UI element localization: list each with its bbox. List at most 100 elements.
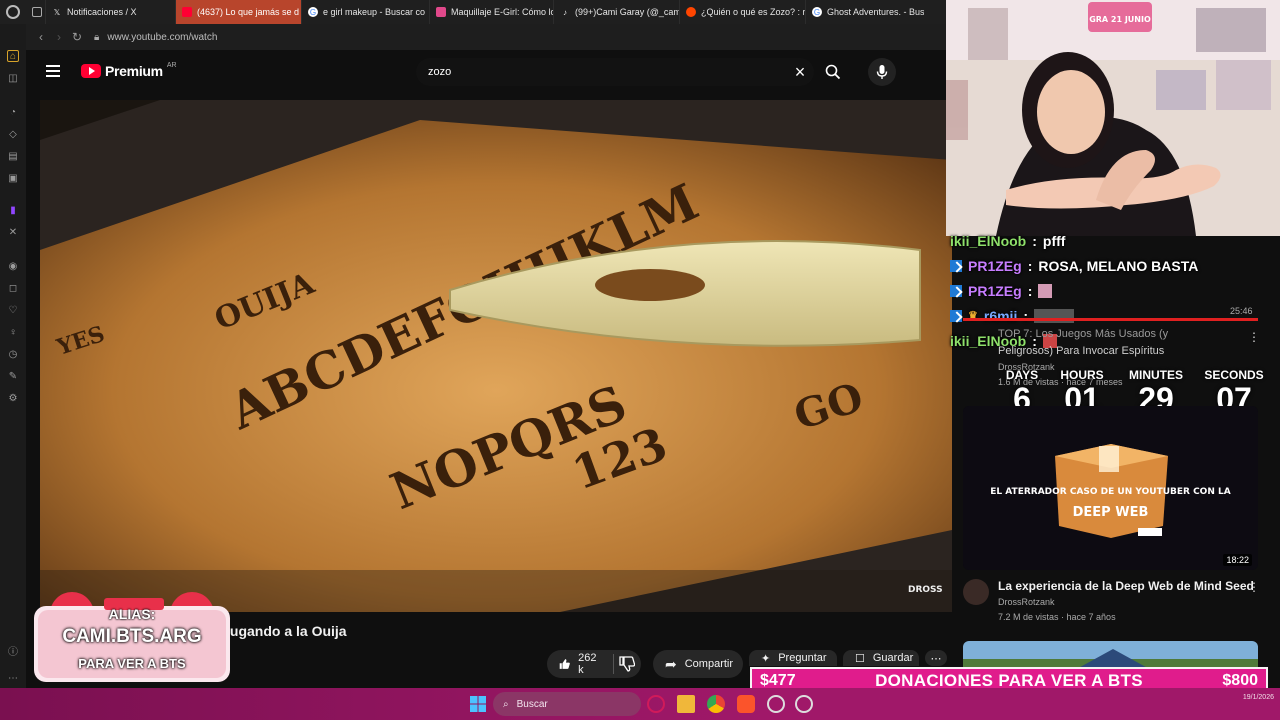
more-options-icon[interactable]: ⋮ — [1248, 580, 1260, 594]
search-icon — [825, 64, 841, 80]
screen: 𝕏 Notificaciones / X (4637) Lo que jamás … — [0, 0, 1280, 720]
video-player[interactable]: OUIJA YES ABCDEFGHIJKLM NOPQRS 123 GO DR… — [40, 100, 952, 612]
windows-taskbar: ⌕ Buscar 19/1/2026 — [0, 688, 1280, 720]
menu-icon[interactable] — [46, 65, 60, 77]
tab-maquillaje[interactable]: Maquillaje E-Girl: Cómo lo — [430, 0, 554, 24]
channel-avatar[interactable] — [963, 579, 989, 605]
play-circle-icon[interactable]: ◉ — [7, 260, 19, 272]
search-icon: ⌕ — [503, 698, 509, 710]
verified-badge-icon — [950, 284, 962, 297]
share-icon: ➦ — [665, 655, 677, 672]
tab-google-search[interactable]: Ge girl makeup - Buscar co — [302, 0, 430, 24]
chat-message: ♛ r6mii: — [950, 303, 1250, 328]
taskbar-clock[interactable]: 19/1/2026 — [1243, 692, 1274, 704]
opera-icon[interactable] — [647, 695, 665, 713]
lock-icon: 🔒︎ — [94, 31, 100, 43]
forward-icon[interactable]: › — [50, 30, 68, 44]
watch-progress-bar — [963, 318, 1258, 321]
tab-notificaciones-x[interactable]: 𝕏 Notificaciones / X — [46, 0, 176, 24]
recommended-title-line2[interactable]: Peligrosos) Para Invocar Espíritus — [998, 345, 1164, 357]
bag-icon[interactable]: ◇ — [7, 128, 19, 140]
voice-search-button[interactable] — [868, 58, 896, 86]
browser-logo-icon[interactable] — [0, 0, 26, 24]
thumbnail-caption: EL ATERRADOR CASO DE UN YOUTUBER CON LA — [990, 487, 1230, 497]
video-title: jugando a la Ouija — [226, 623, 347, 639]
like-button[interactable]: 262 k — [547, 650, 641, 678]
bulb-icon[interactable]: ♀ — [7, 326, 19, 338]
webcam-sign: GRA 21 JUNIO — [1089, 15, 1151, 24]
app-icon[interactable] — [767, 695, 785, 713]
dislike-button[interactable] — [612, 654, 641, 674]
tab-reddit[interactable]: ¿Quién o qué es Zozo? : r — [680, 0, 806, 24]
taskbar-search[interactable]: ⌕ Buscar — [493, 692, 641, 716]
settings-icon[interactable]: ⚙ — [7, 392, 19, 404]
tab-overview-icon[interactable] — [26, 0, 46, 24]
thumbnail-headline: DEEP WEB — [1073, 505, 1149, 520]
save-icon: ☐ — [855, 653, 865, 665]
site-icon — [436, 7, 446, 17]
gamepad-icon[interactable]: ◫ — [7, 72, 19, 84]
search-button[interactable] — [818, 58, 848, 86]
browser-tab-bar: 𝕏 Notificaciones / X (4637) Lo que jamás … — [0, 0, 946, 24]
reload-icon[interactable]: ↻ — [68, 30, 86, 44]
recommended-thumbnail[interactable]: EL ATERRADOR CASO DE UN YOUTUBER CON LA … — [963, 406, 1258, 570]
recommended-title-line1[interactable]: TOP 7: Los Juegos Más Usados (y — [998, 328, 1168, 340]
recommended-title[interactable]: La experiencia de la Deep Web de Mind Se… — [998, 579, 1254, 593]
info-icon[interactable]: ⓘ — [7, 644, 19, 658]
microphone-icon — [876, 65, 888, 79]
webcam-feed: GRA 21 JUNIO — [946, 0, 1280, 236]
youtube-icon — [182, 7, 192, 17]
ask-button[interactable]: ✦ Preguntar — [749, 650, 837, 666]
alias-subtitle: PARA VER A BTS — [78, 656, 186, 671]
alias-handle: CAMI.BTS.ARG — [62, 626, 202, 647]
save-button[interactable]: ☐ Guardar — [843, 650, 919, 666]
video-meta: 7.2 M de vistas · hace 7 años — [998, 612, 1116, 622]
youtube-premium-logo[interactable]: Premium AR — [81, 62, 177, 79]
home-icon[interactable]: ⌂ — [7, 50, 19, 62]
x-icon: 𝕏 — [53, 7, 61, 17]
search-box[interactable]: zozo × — [416, 58, 814, 86]
history-icon[interactable]: ◷ — [7, 348, 19, 360]
youtube-play-icon — [81, 64, 101, 78]
url-field[interactable]: www.youtube.com/watch — [107, 32, 217, 43]
clear-search-icon[interactable]: × — [786, 62, 814, 83]
more-options-icon[interactable]: ⋮ — [1248, 330, 1260, 344]
search-input[interactable]: zozo — [428, 66, 786, 78]
speed-icon[interactable]: ◔ — [7, 106, 19, 118]
verified-badge-icon — [950, 309, 962, 322]
obs-icon[interactable] — [795, 695, 813, 713]
reddit-icon — [686, 7, 696, 17]
address-bar: ‹ › ↻ 🔒︎ www.youtube.com/watch — [26, 24, 946, 50]
channel-name[interactable]: DrossRotzank — [998, 597, 1055, 607]
brave-icon[interactable] — [737, 695, 755, 713]
x-icon[interactable]: ✕ — [7, 226, 19, 238]
ouija-board-frame: OUIJA YES ABCDEFGHIJKLM NOPQRS 123 GO DR… — [40, 100, 952, 612]
tab-tiktok[interactable]: ♪ (99+)Cami Garay (@_cam — [554, 0, 680, 24]
share-button[interactable]: ➦ Compartir — [653, 650, 743, 678]
duration-badge: 18:22 — [1223, 554, 1252, 566]
back-icon[interactable]: ‹ — [32, 30, 50, 44]
more-actions-button[interactable]: ⋯ — [925, 650, 947, 666]
more-icon: ⋯ — [930, 652, 942, 665]
chat-message: PR1ZEg: — [950, 278, 1250, 303]
more-icon[interactable]: ⋯ — [7, 672, 19, 684]
twitch-icon[interactable]: ▮ — [7, 204, 19, 216]
dross-watermark: DROSS — [908, 585, 943, 595]
thumbs-down-icon — [619, 656, 636, 672]
browser-sidebar: ⌂ ◫ ◔ ◇ ▤ ▣ ▮ ✕ ◉ ◻ ♡ ♀ ◷ ✎ ⚙ ⓘ ⋯ — [0, 24, 26, 688]
tab-youtube-video[interactable]: (4637) Lo que jamás se d — [176, 0, 302, 24]
window-icon[interactable]: ◻ — [7, 282, 19, 294]
chrome-icon[interactable] — [707, 695, 725, 713]
news-icon[interactable]: ▤ — [7, 150, 19, 162]
deep-web-thumbnail-art: EL ATERRADOR CASO DE UN YOUTUBER CON LA … — [963, 406, 1258, 570]
thumbs-up-icon — [559, 659, 570, 669]
verified-badge-icon — [950, 259, 962, 272]
file-explorer-icon[interactable] — [677, 695, 695, 713]
extensions-icon[interactable]: ✎ — [7, 370, 19, 382]
heart-icon[interactable]: ♡ — [7, 304, 19, 316]
sparkle-icon: ✦ — [761, 653, 771, 665]
windows-start-icon[interactable] — [469, 695, 487, 713]
tab-ghost-adventures[interactable]: G Ghost Adventures. - Busc — [806, 0, 924, 24]
messenger-icon[interactable]: ▣ — [7, 172, 19, 184]
alias-label: ALIAS: — [108, 606, 156, 622]
